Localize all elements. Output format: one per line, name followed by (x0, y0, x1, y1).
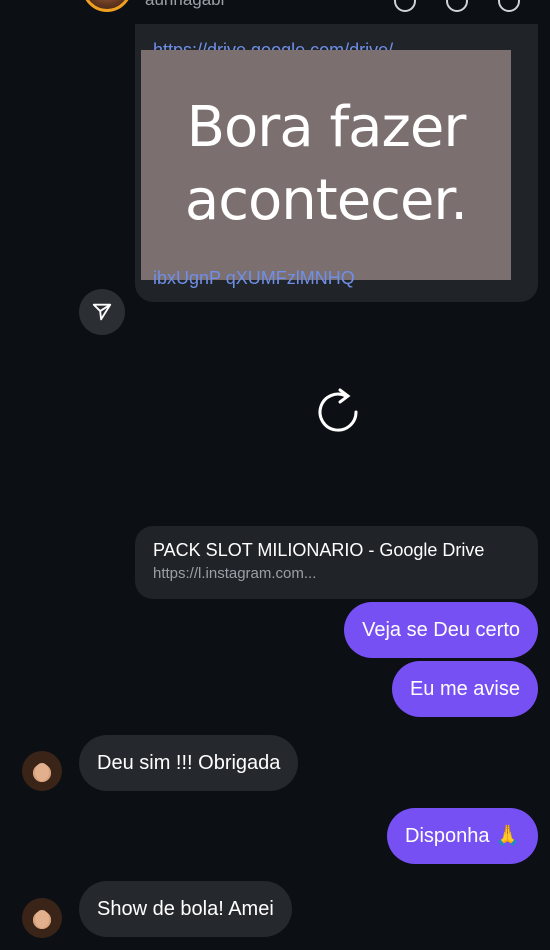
chat-header: aunhagabi (0, 0, 550, 14)
phone-icon[interactable] (394, 0, 416, 12)
share-button[interactable] (79, 289, 125, 335)
header-username[interactable]: aunhagabi (145, 0, 224, 10)
flag-icon[interactable] (498, 0, 520, 12)
message-bubble-sent[interactable]: Eu me avise (391, 661, 538, 717)
link-preview-url: https://l.instagram.com... (153, 565, 317, 582)
message-bubble-sent[interactable]: Disponha 🙏 (387, 808, 538, 864)
chat-screen: aunhagabi https://drive.google.com/drive… (0, 0, 550, 950)
contact-avatar[interactable] (22, 751, 62, 791)
shared-link-bottom[interactable]: ibxUgnP qXUMFzlMNHQ (153, 264, 533, 293)
overlay-text: Bora fazer acontecer. (184, 95, 468, 233)
send-icon (92, 303, 112, 321)
link-preview[interactable]: PACK SLOT MILIONARIO - Google Drive http… (135, 526, 538, 599)
header-avatar[interactable] (82, 0, 132, 12)
contact-avatar[interactable] (22, 898, 62, 938)
header-actions (394, 0, 520, 12)
link-preview-title: PACK SLOT MILIONARIO - Google Drive (153, 540, 485, 560)
shared-post-card[interactable]: https://drive.google.com/drive/ Bora faz… (135, 24, 538, 302)
video-icon[interactable] (446, 0, 468, 12)
message-bubble-received[interactable]: Deu sim !!! Obrigada (79, 735, 299, 791)
shared-post-overlay[interactable]: Bora fazer acontecer. (141, 50, 511, 280)
message-bubble-received[interactable]: Show de bola! Amei (79, 881, 292, 937)
message-bubble-sent[interactable]: Veja se Deu certo (344, 602, 538, 658)
refresh-icon[interactable] (310, 384, 366, 440)
